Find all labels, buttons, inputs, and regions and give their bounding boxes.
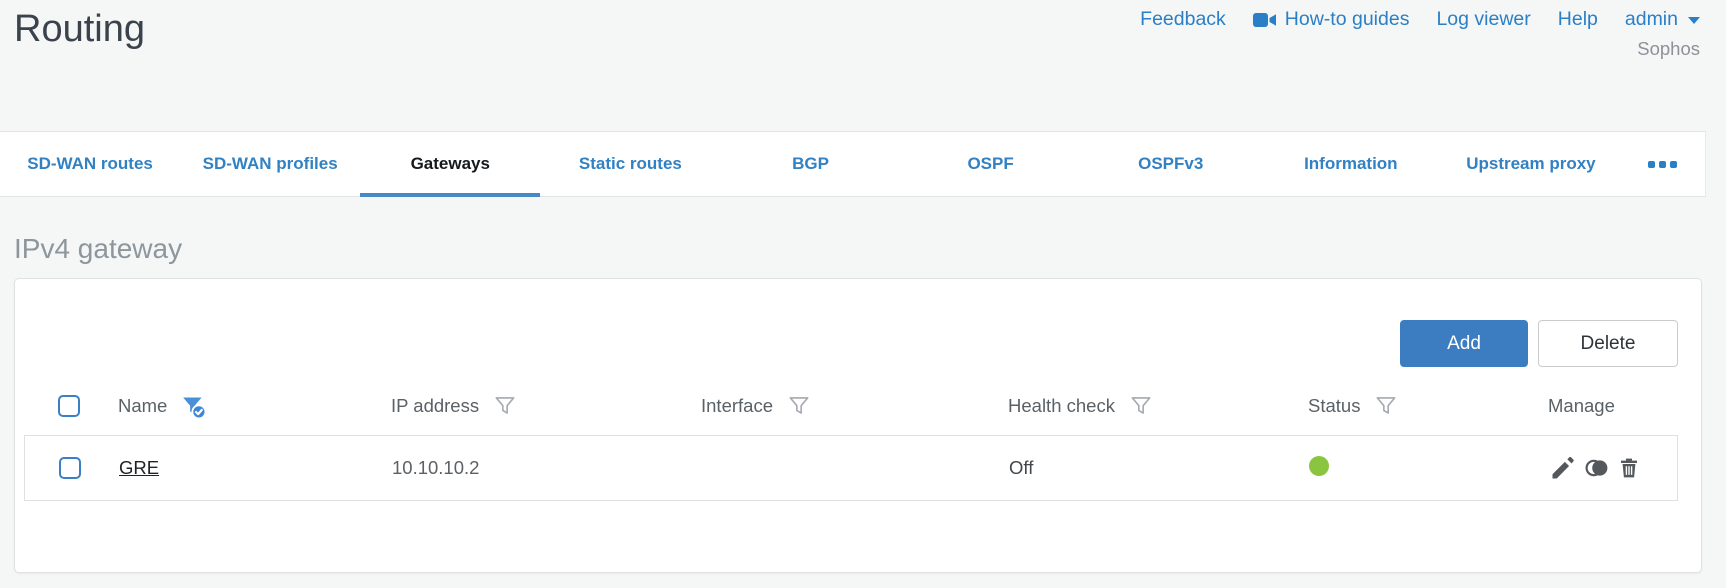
delete-button[interactable]: Delete (1538, 320, 1678, 367)
column-label: Interface (701, 395, 773, 416)
header-checkbox-cell (24, 395, 96, 417)
row-checkbox-cell (25, 457, 97, 479)
feedback-link[interactable]: Feedback (1140, 8, 1226, 31)
manage-cell (1527, 454, 1677, 482)
status-up-indicator (1309, 455, 1329, 476)
tab-sd-wan-profiles[interactable]: SD-WAN profiles (180, 132, 360, 196)
help-label: Help (1557, 8, 1598, 30)
column-header-status: Status (1286, 393, 1526, 419)
routing-tab-bar: SD-WAN routes SD-WAN profiles Gateways S… (0, 131, 1706, 197)
tab-gateways[interactable]: Gateways (360, 132, 541, 197)
tab-label: Information (1304, 154, 1398, 173)
page-header: Routing Feedback How-to guides Log viewe… (0, 0, 1726, 131)
select-all-checkbox[interactable] (58, 395, 80, 417)
tab-upstream-proxy[interactable]: Upstream proxy (1441, 132, 1621, 196)
status-cell (1287, 455, 1527, 481)
column-label: Manage (1548, 395, 1615, 416)
gateway-table: Name IP address Interface Health check S… (24, 377, 1678, 501)
tab-label: SD-WAN routes (27, 154, 153, 173)
feedback-label: Feedback (1140, 8, 1226, 30)
filter-funnel-icon[interactable] (1128, 393, 1154, 419)
tab-bgp[interactable]: BGP (720, 132, 900, 196)
header-links: Feedback How-to guides Log viewer Help a… (1140, 8, 1700, 31)
ipv4-gateway-card: Add Delete Name IP address Interface Hea… (14, 278, 1702, 573)
tab-ospf[interactable]: OSPF (901, 132, 1081, 196)
tab-information[interactable]: Information (1261, 132, 1441, 196)
edit-pencil-icon[interactable] (1549, 454, 1577, 482)
active-tab-underline (360, 193, 541, 197)
filter-funnel-icon[interactable] (786, 393, 812, 419)
table-toolbar: Add Delete (15, 279, 1701, 377)
tab-label: SD-WAN profiles (202, 154, 338, 173)
video-camera-icon (1252, 12, 1277, 28)
add-button[interactable]: Add (1400, 320, 1528, 367)
clone-icon[interactable] (1584, 455, 1610, 481)
column-label: Name (118, 395, 168, 416)
tab-ospfv3[interactable]: OSPFv3 (1081, 132, 1261, 196)
table-header-row: Name IP address Interface Health check S… (24, 377, 1678, 435)
log-viewer-label: Log viewer (1436, 8, 1531, 30)
page-title: Routing (14, 8, 145, 50)
column-header-ip-address: IP address (369, 393, 679, 419)
tab-label: Upstream proxy (1466, 154, 1596, 173)
column-label: Status (1308, 395, 1361, 416)
gateway-name-link[interactable]: GRE (119, 457, 159, 478)
how-to-guides-link[interactable]: How-to guides (1252, 8, 1410, 31)
help-link[interactable]: Help (1558, 8, 1598, 31)
row-checkbox[interactable] (59, 457, 81, 479)
tab-static-routes[interactable]: Static routes (540, 132, 720, 196)
how-to-guides-label: How-to guides (1284, 8, 1410, 30)
delete-trash-icon[interactable] (1617, 456, 1641, 480)
ellipsis-icon (1659, 160, 1667, 168)
ip-address-cell: 10.10.10.2 (392, 457, 480, 478)
column-header-interface: Interface (679, 393, 986, 419)
tab-sd-wan-routes[interactable]: SD-WAN routes (0, 132, 180, 196)
filter-funnel-icon[interactable] (492, 393, 518, 419)
tab-label: OSPFv3 (1138, 154, 1204, 173)
section-heading: IPv4 gateway (14, 233, 183, 264)
chevron-down-icon (1688, 17, 1700, 24)
column-header-manage: Manage (1526, 395, 1678, 417)
tab-label: OSPF (967, 154, 1014, 173)
ellipsis-icon (1670, 160, 1678, 168)
tab-label: Static routes (578, 154, 682, 173)
column-label: IP address (391, 395, 480, 416)
admin-user-menu[interactable]: admin (1625, 8, 1700, 31)
admin-user-label: admin (1624, 8, 1678, 30)
brand-label: Sophos (1637, 38, 1700, 59)
filter-funnel-active-icon[interactable] (180, 393, 207, 420)
table-row: GRE 10.10.10.2 Off (24, 435, 1678, 501)
tab-label: Gateways (410, 154, 490, 173)
ellipsis-icon (1648, 160, 1656, 168)
column-header-health-check: Health check (986, 393, 1286, 419)
more-tabs-button[interactable] (1621, 132, 1705, 196)
column-header-name: Name (96, 393, 369, 420)
gateway-name-cell: GRE (97, 457, 370, 479)
health-check-cell: Off (1009, 457, 1034, 478)
header-right: Feedback How-to guides Log viewer Help a… (1140, 8, 1700, 60)
filter-funnel-icon[interactable] (1373, 393, 1399, 419)
tab-label: BGP (792, 154, 829, 173)
column-label: Health check (1008, 395, 1115, 416)
log-viewer-link[interactable]: Log viewer (1436, 8, 1530, 31)
